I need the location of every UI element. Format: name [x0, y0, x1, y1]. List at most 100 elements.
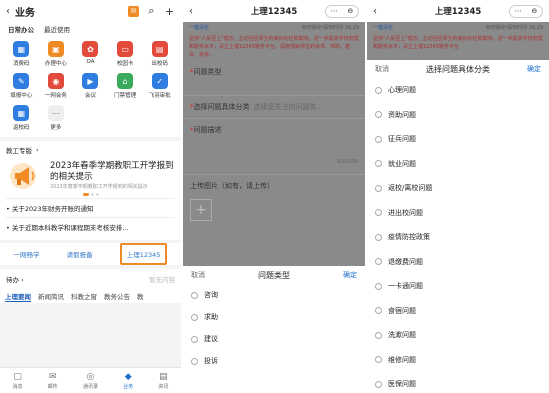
radio-icon[interactable]	[375, 160, 382, 168]
feature-subtitle: 2023年春季学期教职工开学报到的相关提示	[50, 184, 148, 190]
radio-icon[interactable]	[375, 233, 382, 241]
app-item[interactable]: ⌂ 门禁管理	[108, 73, 143, 99]
business-icon: ◆	[124, 371, 132, 382]
cancel-button[interactable]: 取消	[191, 270, 205, 280]
radio-icon[interactable]	[375, 380, 382, 388]
option-item[interactable]: 疫情防控政策	[367, 225, 549, 250]
radio-icon[interactable]	[375, 111, 382, 119]
clear-button[interactable]: 一键清空	[373, 24, 393, 31]
nav-mail[interactable]: ✉ 邮件	[48, 372, 58, 390]
todo-empty: 暂无内容	[149, 276, 175, 284]
option-item[interactable]: 咨询	[183, 284, 365, 306]
app-item[interactable]: ✓ 飞羽审批	[142, 73, 177, 99]
qr-icon: ▦	[13, 41, 30, 57]
option-item[interactable]: 心理问题	[367, 78, 549, 103]
todo-section[interactable]: 待办 › 暂无内容	[0, 269, 181, 289]
nav-message[interactable]: ▢ 消息	[13, 372, 23, 390]
option-item[interactable]: 食宿问题	[367, 299, 549, 324]
option-item[interactable]: 医保问题	[367, 372, 549, 393]
capsule-menu[interactable]: ⋯ ⊖	[325, 4, 359, 18]
app-item[interactable]: ▤ 出校码	[142, 41, 177, 67]
link-leave[interactable]: 请假报备	[67, 249, 93, 259]
tab-recent[interactable]: 最近使用	[44, 24, 70, 34]
option-item[interactable]: 维修问题	[367, 348, 549, 373]
back-icon[interactable]: ‹	[189, 6, 193, 17]
radio-icon[interactable]	[375, 307, 382, 315]
option-label: 维修问题	[388, 355, 416, 364]
add-image-button[interactable]: +	[190, 199, 212, 221]
radio-icon[interactable]	[375, 356, 382, 364]
close-icon[interactable]: ⊖	[531, 7, 537, 15]
radio-icon[interactable]	[375, 331, 382, 339]
radio-icon[interactable]	[191, 313, 198, 321]
radio-icon[interactable]	[375, 184, 382, 192]
option-label: 医保问题	[388, 380, 416, 389]
inbox-icon[interactable]: ✉	[128, 5, 139, 17]
radio-icon[interactable]	[375, 258, 382, 266]
option-item[interactable]: 进出校问题	[367, 201, 549, 226]
confirm-button[interactable]: 确定	[343, 270, 357, 280]
app-item[interactable]: ▶ 会议	[73, 73, 108, 99]
app-item[interactable]: ✿ OA	[73, 41, 108, 67]
problem-type-field[interactable]: *问题类型 请选择 ›	[183, 61, 365, 96]
add-icon[interactable]: +	[164, 5, 175, 18]
search-icon[interactable]: ⌕	[146, 4, 157, 17]
option-item[interactable]: 就业问题	[367, 152, 549, 177]
news-tab[interactable]: 教	[137, 291, 144, 301]
option-item[interactable]: 洗漱问题	[367, 323, 549, 348]
news-tab[interactable]: 科教之窗	[71, 291, 97, 301]
category-field[interactable]: *选择问题具体分类 选择您关注的问题类...	[183, 96, 365, 119]
app-item[interactable]: ▣ 办理中心	[39, 41, 74, 67]
app-label: 消费码	[13, 61, 30, 67]
option-item[interactable]: 资助问题	[367, 103, 549, 128]
radio-icon[interactable]	[191, 357, 198, 365]
app-item[interactable]: ▭ 校园卡	[108, 41, 143, 67]
business-panel: ‹ 业务 ✉ ⌕ + 日常办公 最近使用 ▦ 消费码 ▣ 办理中心 ✿ OA ▭ 校园卡 ▤ 出校…	[0, 0, 181, 393]
nav-business[interactable]: ◆ 业务	[123, 372, 133, 390]
more-icon[interactable]: ⋯	[331, 7, 338, 15]
news-tab[interactable]: 新闻简讯	[38, 291, 64, 301]
option-item[interactable]: 返校/离校问题	[367, 176, 549, 201]
news-item[interactable]: • 关于近期本科教学和课程期末考核安排...	[6, 217, 175, 236]
radio-icon[interactable]	[375, 86, 382, 94]
app-item[interactable]: ▦ 返校码	[4, 105, 39, 131]
radio-icon[interactable]	[375, 282, 382, 290]
nav-news[interactable]: ▤ 资讯	[158, 372, 168, 390]
news-item[interactable]: • 关于2023年财务开账的通知	[6, 198, 175, 217]
option-item[interactable]: 一卡通问题	[367, 274, 549, 299]
option-item[interactable]: 求助	[183, 306, 365, 328]
app-item[interactable]: ◉ 一网会务	[39, 73, 74, 99]
back-icon[interactable]: ‹	[373, 6, 377, 17]
link-course[interactable]: 一网畅学	[14, 249, 40, 259]
option-item[interactable]: 退缴费问题	[367, 250, 549, 275]
nav-contacts[interactable]: ◎ 通讯录	[83, 372, 98, 390]
radio-icon[interactable]	[375, 135, 382, 143]
link-12345[interactable]: 上理12345	[119, 243, 168, 265]
description-field[interactable]: *问题描述 请尽可能描述清楚您的问题，以便快速反馈 0/10000	[183, 119, 365, 175]
option-item[interactable]: 征兵问题	[367, 127, 549, 152]
section-title[interactable]: 教工专版 ›	[6, 145, 175, 155]
cancel-button[interactable]: 取消	[375, 64, 389, 74]
chevron-right-icon: ›	[355, 79, 358, 87]
notice-text: 坚持"人民至上"理念，主动回应师生的美好向往和期待，进一步提高学校管理和服务水平…	[189, 36, 359, 58]
clear-button[interactable]: 一键清空	[189, 24, 209, 31]
option-label: 建议	[204, 335, 218, 343]
more-icon[interactable]: ⋯	[515, 7, 522, 15]
radio-icon[interactable]	[375, 209, 382, 217]
close-icon[interactable]: ⊖	[347, 7, 353, 15]
capsule-menu[interactable]: ⋯ ⊖	[509, 4, 543, 18]
confirm-button[interactable]: 确定	[527, 64, 541, 74]
back-icon[interactable]: ‹	[6, 6, 10, 17]
tab-daily-office[interactable]: 日常办公	[8, 24, 34, 34]
option-item[interactable]: 建议	[183, 328, 365, 350]
radio-icon[interactable]	[191, 335, 198, 343]
app-item[interactable]: ▦ 消费码	[4, 41, 39, 67]
app-item[interactable]: ✎ 填报中心	[4, 73, 39, 99]
news-tab[interactable]: 上理要闻	[5, 291, 31, 302]
access-icon: ⌂	[117, 73, 134, 89]
radio-icon[interactable]	[191, 291, 198, 299]
news-tab[interactable]: 教务公告	[104, 291, 130, 301]
app-item[interactable]: ⋯ 更多	[39, 105, 74, 131]
feature-banner[interactable]: 2023年春季学期教职工开学报到的相关提示 2023年春季学期教职工开学报到的相…	[6, 161, 175, 191]
option-item[interactable]: 投诉	[183, 350, 365, 372]
